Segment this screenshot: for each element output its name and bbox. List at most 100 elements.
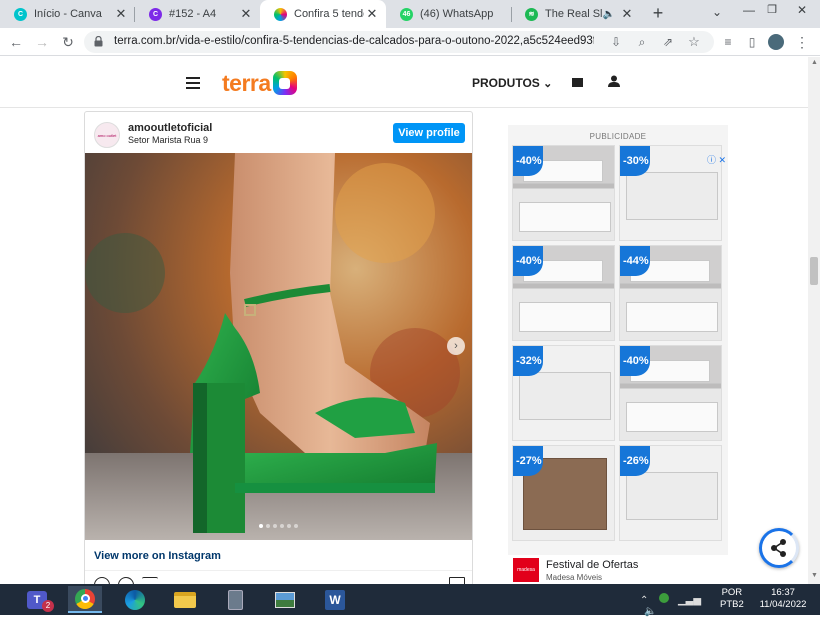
install-icon[interactable]: ⇩ bbox=[606, 32, 626, 52]
language-indicator[interactable]: POR PTB2 bbox=[720, 587, 744, 611]
discount-badge: -32% bbox=[513, 346, 543, 376]
tab-canva-home[interactable]: C Início - Canva ✕ bbox=[0, 0, 135, 28]
security-icon[interactable] bbox=[659, 593, 670, 603]
vertical-scrollbar[interactable]: ▲ ▼ bbox=[808, 57, 820, 584]
hamburger-menu-icon[interactable] bbox=[186, 77, 200, 89]
site-header: terra PRODUTOS ⌄ bbox=[0, 57, 808, 108]
share-icon[interactable]: ⇗ bbox=[658, 32, 678, 52]
side-panel-icon[interactable]: ▯ bbox=[742, 32, 762, 52]
green-sandal-photo bbox=[85, 153, 472, 540]
carousel-dot[interactable] bbox=[280, 524, 284, 528]
mail-icon[interactable] bbox=[572, 78, 583, 87]
ad-product-tile[interactable]: -40% bbox=[512, 145, 615, 241]
close-icon[interactable]: ✕ bbox=[113, 6, 129, 22]
view-more-on-instagram-link[interactable]: View more on Instagram bbox=[94, 550, 221, 562]
clock-date: 11/04/2022 bbox=[759, 599, 807, 610]
carousel-dot[interactable] bbox=[287, 524, 291, 528]
produtos-menu[interactable]: PRODUTOS ⌄ bbox=[472, 76, 552, 90]
profile-avatar[interactable] bbox=[766, 32, 786, 52]
scrollbar-thumb[interactable] bbox=[810, 257, 818, 285]
scroll-down-icon[interactable]: ▼ bbox=[811, 572, 818, 579]
close-icon[interactable]: ✕ bbox=[619, 6, 635, 22]
bookmark-star-icon[interactable]: ☆ bbox=[684, 32, 704, 52]
ad-product-tile[interactable]: -27% bbox=[512, 445, 615, 541]
reload-icon[interactable]: ↻ bbox=[58, 32, 78, 52]
instagram-username[interactable]: amooutletoficial bbox=[128, 122, 212, 134]
restore-icon[interactable]: ❐ bbox=[763, 3, 781, 16]
word-icon[interactable]: W bbox=[318, 586, 352, 613]
carousel-dot[interactable] bbox=[273, 524, 277, 528]
share-floating-button[interactable] bbox=[759, 528, 799, 568]
wifi-icon[interactable]: ▁▃▅ bbox=[678, 595, 701, 606]
divider bbox=[85, 570, 472, 571]
media-controls-icon[interactable]: ≡ bbox=[718, 32, 738, 52]
comment-icon[interactable] bbox=[118, 577, 134, 584]
terra-logo[interactable]: terra bbox=[222, 69, 297, 97]
tab-title: (46) WhatsApp bbox=[420, 8, 494, 20]
speaker-icon[interactable]: 🔈 bbox=[603, 9, 615, 20]
language-code: POR bbox=[721, 587, 743, 598]
windows-taskbar: T 2 W ⌃ ▁▃▅ 🔈 POR PTB2 16:37 11/04/2022 bbox=[0, 584, 820, 617]
scroll-up-icon[interactable]: ▲ bbox=[811, 59, 818, 66]
close-window-icon[interactable]: ✕ bbox=[793, 3, 811, 17]
calculator-icon[interactable] bbox=[218, 586, 252, 613]
ad-product-tile[interactable]: -26% bbox=[619, 445, 722, 541]
save-bookmark-icon[interactable] bbox=[449, 577, 465, 584]
volume-icon[interactable]: 🔈 bbox=[644, 606, 656, 617]
ad-choices-icon[interactable]: ⓘ ✕ bbox=[707, 153, 726, 166]
clock[interactable]: 16:37 11/04/2022 bbox=[748, 587, 818, 611]
ad-product-tile[interactable]: -32% bbox=[512, 345, 615, 441]
file-explorer-icon[interactable] bbox=[168, 586, 202, 613]
carousel-next-icon[interactable]: › bbox=[447, 337, 465, 355]
minimize-icon[interactable]: — bbox=[740, 3, 758, 17]
advertisement[interactable]: PUBLICIDADE -40% -30% -40% -44% -32% -40% -27%… bbox=[508, 125, 728, 584]
tab-title: Início - Canva bbox=[34, 8, 102, 20]
instagram-photo[interactable]: › bbox=[85, 153, 472, 540]
carousel-dot[interactable] bbox=[266, 524, 270, 528]
new-tab-button[interactable]: + bbox=[648, 3, 668, 23]
lock-icon[interactable] bbox=[94, 36, 103, 47]
tab-whatsapp[interactable]: 46 (46) WhatsApp bbox=[386, 0, 511, 28]
tab-terra[interactable]: Confira 5 tendênc ✕ bbox=[260, 0, 386, 28]
discount-text: -27% bbox=[516, 455, 542, 467]
discount-text: -26% bbox=[623, 455, 649, 467]
edge-icon[interactable] bbox=[118, 586, 152, 613]
teams-icon[interactable]: T 2 bbox=[20, 586, 54, 613]
tab-canva-a4[interactable]: C #152 - A4 ✕ bbox=[135, 0, 260, 28]
discount-text: -44% bbox=[623, 255, 649, 267]
tab-title: Confira 5 tendênc bbox=[294, 8, 364, 20]
ad-product-tile[interactable]: -44% bbox=[619, 245, 722, 341]
share-post-icon[interactable] bbox=[142, 577, 158, 584]
close-icon[interactable]: ✕ bbox=[364, 6, 380, 22]
carousel-dots bbox=[259, 524, 298, 528]
carousel-dot[interactable] bbox=[259, 524, 263, 528]
tab-spotify[interactable]: ≋ The Real Slim 🔈 ✕ bbox=[511, 0, 641, 28]
chrome-icon[interactable] bbox=[68, 586, 102, 613]
avatar[interactable]: amo outlet bbox=[94, 122, 120, 148]
more-menu-icon[interactable]: ⋮ bbox=[792, 32, 812, 52]
ad-product-tile[interactable]: -40% bbox=[512, 245, 615, 341]
discount-badge: -40% bbox=[620, 346, 650, 376]
canva-icon: C bbox=[149, 7, 162, 21]
ad-product-tile[interactable]: -40% bbox=[619, 345, 722, 441]
zoom-icon[interactable]: ⌕ bbox=[632, 32, 652, 52]
instagram-location[interactable]: Setor Marista Rua 9 bbox=[128, 135, 208, 145]
tray-icons[interactable]: ⌃ ▁▃▅ 🔈 bbox=[640, 593, 716, 617]
user-icon[interactable] bbox=[608, 75, 620, 87]
forward-icon[interactable]: → bbox=[32, 32, 52, 52]
like-heart-icon[interactable] bbox=[94, 577, 110, 584]
tab-search-chevron-icon[interactable]: ⌄ bbox=[712, 5, 722, 19]
address-bar[interactable]: terra.com.br/vida-e-estilo/confira-5-ten… bbox=[84, 31, 714, 53]
discount-text: -40% bbox=[623, 355, 649, 367]
ad-footer[interactable]: madesa Festival de Ofertas Madesa Móveis bbox=[508, 555, 728, 584]
chevron-up-icon[interactable]: ⌃ bbox=[640, 595, 648, 606]
browser-toolbar: ← → ↻ terra.com.br/vida-e-estilo/confira… bbox=[0, 28, 820, 56]
carousel-dot[interactable] bbox=[294, 524, 298, 528]
view-profile-button[interactable]: View profile bbox=[393, 123, 465, 143]
spotify-icon: ≋ bbox=[525, 7, 538, 21]
madesa-logo: madesa bbox=[513, 558, 539, 582]
photos-icon[interactable] bbox=[268, 586, 302, 613]
back-icon[interactable]: ← bbox=[6, 32, 26, 52]
close-icon[interactable]: ✕ bbox=[238, 6, 254, 22]
chevron-down-icon: ⌄ bbox=[543, 78, 553, 90]
